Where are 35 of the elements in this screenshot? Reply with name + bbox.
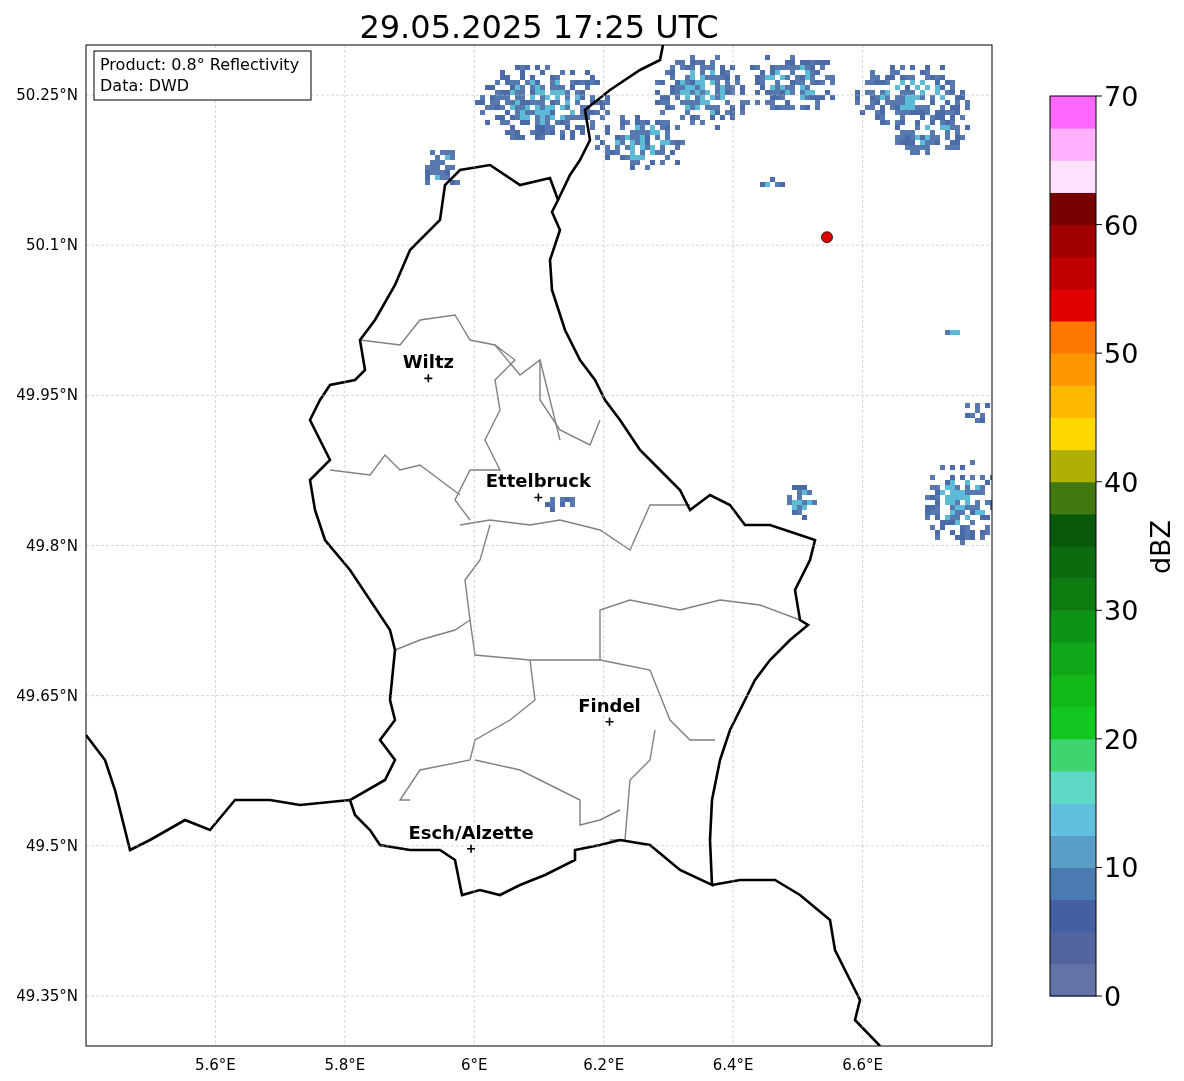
axis-tick-label: 5.8°E <box>324 1056 366 1074</box>
radar-echo-drawing <box>965 403 990 423</box>
city-label: Findel <box>578 694 641 716</box>
city-label: Wiltz <box>402 351 454 373</box>
radar-echo-drawing <box>787 485 817 520</box>
colorbar-tick-label: 30 <box>1104 595 1139 627</box>
colorbar-tick-label: 70 <box>1104 81 1139 112</box>
axis-tick-label: 6.2°E <box>583 1056 625 1074</box>
colorbar-label: dBZ <box>1145 519 1176 575</box>
data-source-label: Data: DWD <box>100 76 190 95</box>
axis-tick-label: 49.35°N <box>16 986 78 1005</box>
colorbar-tick-label: 50 <box>1104 338 1139 370</box>
axis-tick-label: 6°E <box>461 1056 488 1074</box>
chart-title: 29.05.2025 17:25 UTC <box>359 8 719 46</box>
axis-tick-label: 6.6°E <box>842 1056 883 1074</box>
axis-tick-label: 50.25°N <box>16 86 78 105</box>
axis-tick-label: 50.1°N <box>25 236 78 255</box>
colorbar-tick-label: 40 <box>1104 466 1139 498</box>
axis-tick-label: 49.5°N <box>25 836 78 855</box>
product-label: Product: 0.8° Reflectivity <box>100 55 300 74</box>
axis-tick-label: 49.65°N <box>16 686 78 705</box>
city-label: Esch/Alzette <box>408 821 534 843</box>
radar-echo-drawing <box>425 150 460 185</box>
axis-tick-label: 5.6°E <box>195 1056 236 1074</box>
colorbar-tick-label: 0 <box>1104 981 1122 1012</box>
colorbar-tick-label: 60 <box>1104 209 1139 241</box>
city-label: Ettelbruck <box>485 470 591 492</box>
colorbar-tick-label: 20 <box>1104 723 1139 755</box>
radar-echo-drawing <box>545 497 575 512</box>
axis-tick-label: 6.4°E <box>712 1056 754 1074</box>
colorbar-tick-label: 10 <box>1104 852 1139 884</box>
radar-echo-drawing <box>760 177 785 187</box>
axis-tick-label: 49.8°N <box>25 536 78 555</box>
axis-tick-label: 49.95°N <box>16 386 78 405</box>
radar-echo-drawing <box>945 330 960 335</box>
